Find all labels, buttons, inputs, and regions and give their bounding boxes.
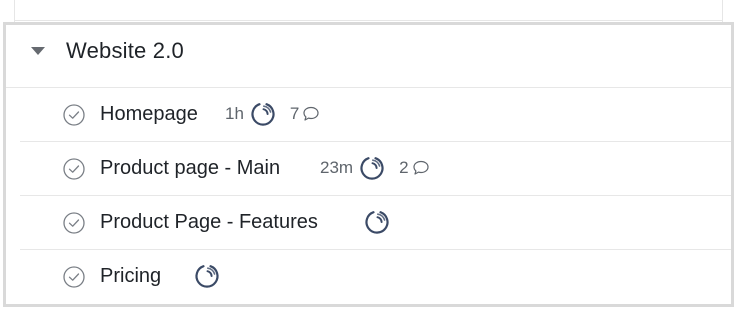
group-title: Website 2.0 xyxy=(66,38,184,63)
check-circle-icon[interactable] xyxy=(63,158,85,180)
task-meta xyxy=(194,263,234,289)
progress-ring-icon[interactable] xyxy=(364,209,390,235)
check-circle-icon[interactable] xyxy=(63,104,85,126)
task-group-panel: Website 2.0 Homepage 1h 7 Product page -… xyxy=(3,22,734,307)
speech-bubble-icon[interactable] xyxy=(302,105,320,123)
progress-ring-icon[interactable] xyxy=(359,155,385,181)
task-meta: 23m 2 xyxy=(320,155,430,181)
progress-ring-icon[interactable] xyxy=(250,101,276,127)
speech-bubble-icon[interactable] xyxy=(412,159,430,177)
task-label[interactable]: Product Page - Features xyxy=(100,209,318,235)
comment-count: 2 xyxy=(399,158,409,177)
task-meta xyxy=(364,209,404,235)
task-row[interactable]: Product page - Main 23m 2 xyxy=(20,142,731,196)
caret-down-icon[interactable] xyxy=(31,47,45,55)
previous-section-edge xyxy=(0,0,737,22)
task-label[interactable]: Homepage xyxy=(100,101,198,127)
time-estimate: 23m xyxy=(320,158,354,177)
check-circle-icon[interactable] xyxy=(63,266,85,288)
task-row[interactable]: Pricing xyxy=(20,250,731,303)
task-row[interactable]: Product Page - Features xyxy=(20,196,731,250)
progress-ring-icon[interactable] xyxy=(194,263,220,289)
comment-count: 7 xyxy=(289,104,300,123)
check-circle-icon[interactable] xyxy=(63,212,85,234)
time-estimate: 1h xyxy=(225,104,244,123)
task-label[interactable]: Pricing xyxy=(100,263,161,289)
group-header[interactable]: Website 2.0 xyxy=(6,25,731,88)
task-label[interactable]: Product page - Main xyxy=(100,155,280,181)
task-meta: 1h 7 xyxy=(225,101,320,127)
task-row[interactable]: Homepage 1h 7 xyxy=(20,88,731,142)
